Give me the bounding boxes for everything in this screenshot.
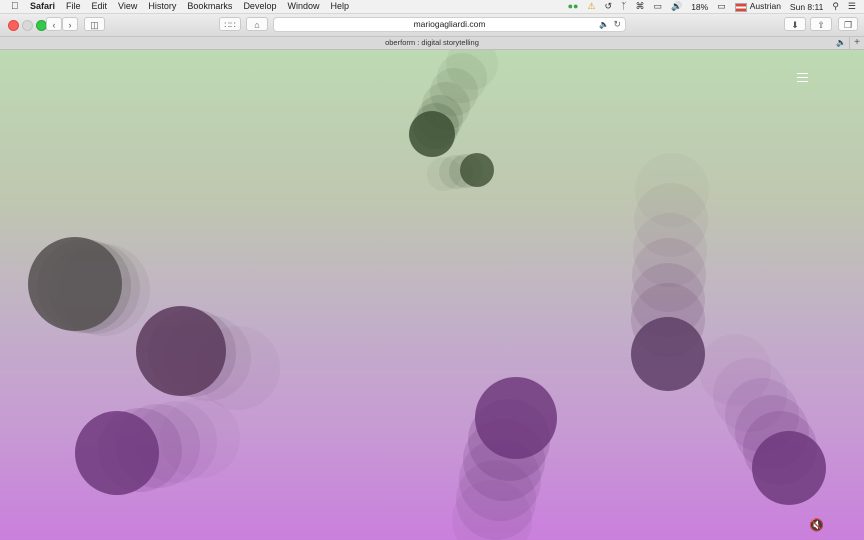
forward-button[interactable]: › (62, 17, 78, 31)
sidebar-icon: ◫ (90, 20, 99, 30)
web-content: 🔇 (0, 50, 864, 540)
tabs-icon: ❐ (843, 20, 853, 30)
tab-title[interactable]: oberform : digital storytelling (385, 38, 479, 47)
downloads-button[interactable]: ⬇ (784, 17, 806, 31)
time-machine-icon[interactable]: ↺ (605, 0, 613, 13)
menu-app-safari[interactable]: Safari (30, 0, 55, 13)
menu-window[interactable]: Window (287, 0, 319, 13)
menu-bookmarks[interactable]: Bookmarks (187, 0, 232, 13)
purple-ball-center (452, 377, 557, 540)
hamburger-menu-icon[interactable] (797, 73, 808, 82)
notification-center-icon[interactable]: ☰ (848, 0, 856, 13)
download-icon: ⬇ (791, 20, 799, 30)
new-tab-button[interactable]: + (849, 37, 864, 49)
dusky-ball-right (631, 153, 709, 391)
battery-percent[interactable]: 18% (691, 2, 708, 12)
top-sites-button[interactable]: ∷∷ (219, 17, 241, 31)
green-ball-large (409, 50, 498, 157)
menu-history[interactable]: History (148, 0, 176, 13)
austria-flag-icon (734, 2, 747, 12)
hamburger-line (797, 73, 808, 74)
share-button[interactable]: ⇧ (810, 17, 832, 31)
menu-file[interactable]: File (66, 0, 81, 13)
warning-icon[interactable]: ⚠ (587, 0, 595, 13)
chevron-right-icon: › (68, 20, 72, 30)
green-ball-small (427, 153, 494, 191)
airplay-icon[interactable]: ▭ (653, 0, 662, 13)
audio-playing-icon[interactable]: 🔈 (599, 18, 609, 31)
menu-develop[interactable]: Develop (243, 0, 276, 13)
battery-icon[interactable]: ▭ (717, 0, 726, 13)
wifi-icon[interactable]: ⌘ (635, 0, 644, 13)
animated-circles (28, 50, 826, 540)
menu-edit[interactable]: Edit (92, 0, 108, 13)
hamburger-line (797, 81, 808, 82)
purple-ball-left (75, 398, 240, 495)
minimize-window-button[interactable] (22, 20, 33, 31)
tab-bar: oberform : digital storytelling 🔈 + (0, 37, 864, 50)
extension-icon[interactable]: ●● (568, 0, 579, 13)
purple-ball-right (699, 334, 826, 505)
mauve-ball (136, 306, 280, 410)
address-bar[interactable]: mariogagliardi.com 🔈 ↻ (273, 17, 626, 32)
hamburger-line (797, 77, 808, 78)
home-icon: ⌂ (254, 20, 260, 30)
back-button[interactable]: ‹ (46, 17, 62, 31)
tab-audio-icon[interactable]: 🔈 (836, 37, 846, 49)
sidebar-button[interactable]: ◫ (84, 17, 105, 31)
gray-ball (28, 237, 150, 336)
chevron-left-icon: ‹ (52, 20, 56, 30)
spotlight-search-icon[interactable]: ⚲ (832, 0, 839, 13)
browser-toolbar: ‹ › ◫ ∷∷ ⌂ mariogagliardi.com 🔈 ↻ ⬇ ⇧ ❐ (0, 14, 864, 37)
apple-menu-icon[interactable]:  (11, 0, 21, 13)
home-button[interactable]: ⌂ (246, 17, 268, 31)
menu-view[interactable]: View (118, 0, 137, 13)
menu-help[interactable]: Help (330, 0, 349, 13)
mute-sound-icon[interactable]: 🔇 (809, 518, 824, 532)
input-source[interactable]: Austrian (734, 1, 781, 12)
clock[interactable]: Sun 8:11 (790, 2, 823, 12)
reload-icon[interactable]: ↻ (613, 18, 621, 31)
share-icon: ⇧ (817, 20, 825, 30)
url-text: mariogagliardi.com (413, 19, 486, 29)
volume-icon[interactable]: 🔊 (671, 0, 682, 13)
grid-icon: ∷∷ (224, 20, 236, 30)
close-window-button[interactable] (8, 20, 19, 31)
show-all-tabs-button[interactable]: ❐ (838, 17, 858, 31)
bluetooth-icon[interactable]: ᛉ (621, 0, 626, 13)
menu-bar:  Safari File Edit View History Bookmark… (0, 0, 864, 14)
